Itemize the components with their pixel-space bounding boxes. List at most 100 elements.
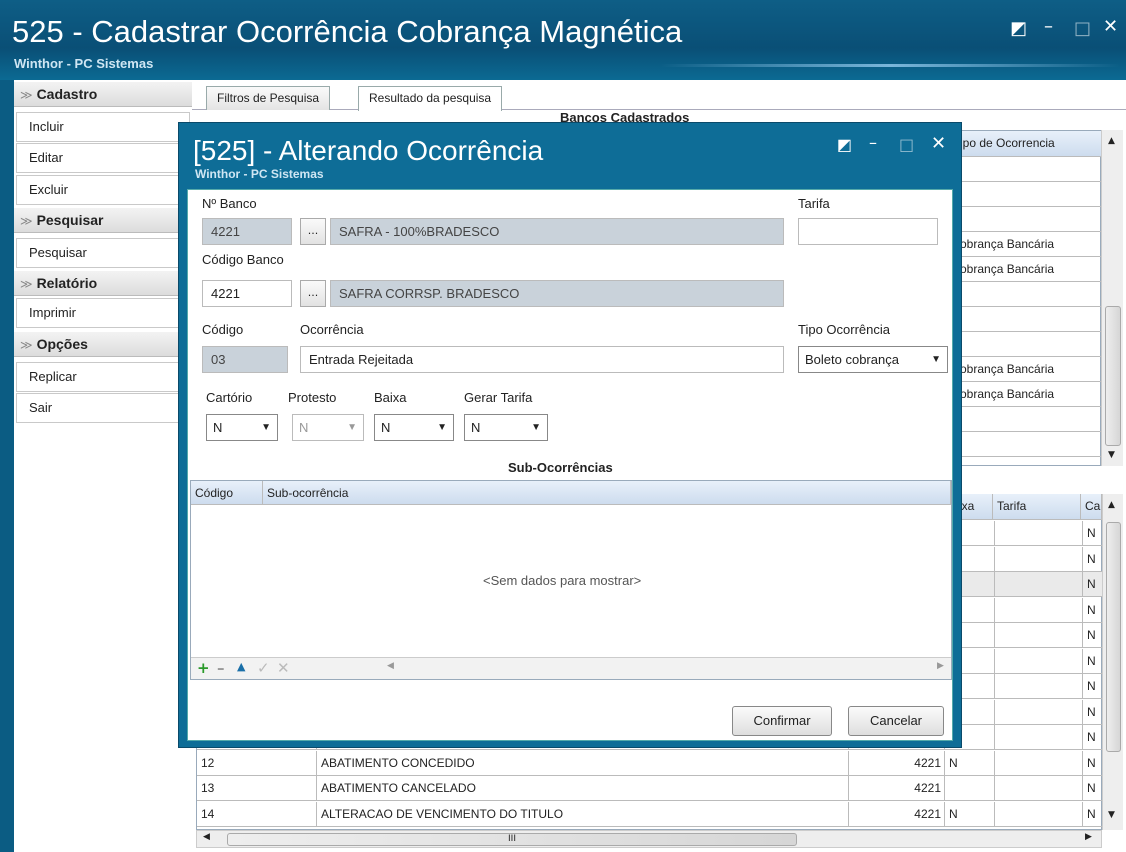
baixa-select[interactable]: N ▼ (374, 414, 454, 441)
hscroll-thumb[interactable]: III (227, 833, 797, 846)
scroll-right-icon[interactable]: ▶ (1085, 832, 1092, 842)
sidebar-item-excluir[interactable]: Excluir (16, 175, 190, 205)
sidebar-section-opcoes[interactable]: ≫ Opções (14, 332, 192, 357)
cancel-icon[interactable]: ✕ (277, 659, 290, 677)
chevron-icon: ≫ (20, 338, 33, 352)
tipo-ocorrencia-select[interactable]: Boleto cobrança ▼ (798, 346, 948, 373)
table-row[interactable]: obrança Bancária (956, 232, 1102, 257)
sidebar-item-imprimir[interactable]: Imprimir (16, 298, 190, 328)
table-row[interactable] (956, 182, 1102, 207)
table-row[interactable] (956, 207, 1102, 232)
cell-baixa: N (945, 750, 995, 776)
column-header-codigo[interactable]: Código (191, 481, 263, 505)
table-row[interactable] (956, 332, 1102, 357)
sub-ocorrencias-grid[interactable]: Código Sub-ocorrência <Sem dados para mo… (190, 480, 952, 680)
scroll-up-icon[interactable]: ▲ (1108, 500, 1115, 510)
restore-icon[interactable]: ◩ (1010, 18, 1027, 39)
table-row[interactable] (956, 432, 1102, 457)
table-row[interactable]: obrança Bancária (956, 382, 1102, 407)
scroll-down-icon[interactable]: ▼ (1108, 810, 1115, 820)
scroll-thumb[interactable] (1105, 306, 1121, 446)
gerar-tarifa-label: Gerar Tarifa (464, 390, 533, 405)
scroll-up-icon[interactable]: ▲ (1108, 136, 1115, 146)
sidebar-section-cadastro[interactable]: ≫ Cadastro (14, 82, 192, 107)
chevron-icon: ≫ (20, 214, 33, 228)
cell-tarifa (995, 776, 1083, 801)
gerar-tarifa-select[interactable]: N ▼ (464, 414, 548, 441)
column-header-tipo[interactable]: ipo de Ocorrencia (956, 131, 1102, 157)
chevron-down-icon: ▼ (347, 422, 357, 433)
bottom-hscrollbar[interactable]: ◀ III ▶ (196, 830, 1102, 848)
codbanco-field[interactable]: 4221 (202, 280, 292, 307)
column-header-tarifa[interactable]: Tarifa (993, 494, 1081, 520)
title-decoration (660, 64, 1120, 67)
protesto-select[interactable]: N ▼ (292, 414, 364, 441)
codigo-field[interactable]: 03 (202, 346, 288, 373)
sidebar-item-pesquisar[interactable]: Pesquisar (16, 238, 190, 268)
close-icon[interactable]: ✕ (1103, 16, 1118, 37)
table-row[interactable] (956, 307, 1102, 332)
tarifa-label: Tarifa (798, 196, 830, 211)
scroll-thumb[interactable] (1106, 522, 1121, 752)
scroll-left-icon[interactable]: ◀ (387, 661, 394, 671)
cell-tarifa (995, 597, 1083, 623)
dialog-maximize-icon[interactable]: □ (899, 135, 914, 154)
cell-baixa: N (945, 801, 995, 827)
bottom-grid-scrollbar[interactable]: ▲ ▼ (1102, 494, 1123, 830)
table-row[interactable] (956, 157, 1102, 182)
cartorio-select[interactable]: N ▼ (206, 414, 278, 441)
top-grid[interactable]: ipo de Ocorrencia obrança Bancária obranç… (955, 130, 1102, 466)
table-row[interactable]: obrança Bancária (956, 257, 1102, 282)
sidebar-item-incluir[interactable]: Incluir (16, 112, 190, 142)
edit-dialog: [525] - Alterando Ocorrência Winthor - P… (178, 122, 962, 748)
table-row[interactable]: obrança Bancária (956, 357, 1102, 382)
sidebar-section-pesquisar[interactable]: ≫ Pesquisar (14, 208, 192, 233)
move-up-icon[interactable]: ▲ (237, 660, 245, 673)
maximize-icon[interactable]: □ (1074, 18, 1091, 39)
dialog-restore-icon[interactable]: ◩ (837, 135, 852, 154)
column-header-ca[interactable]: Ca (1081, 494, 1102, 520)
chevron-down-icon: ▼ (437, 422, 447, 433)
sidebar-item-sair[interactable]: Sair (16, 393, 190, 423)
cell-ca: N (1083, 674, 1103, 699)
grid-navigator: + – ▲ ✓ ✕ ◀ ▶ (191, 657, 951, 679)
sub-ocorrencias-title: Sub-Ocorrências (508, 460, 613, 475)
confirm-button[interactable]: Confirmar (732, 706, 832, 736)
tab-filtros[interactable]: Filtros de Pesquisa (206, 86, 331, 110)
table-row[interactable] (956, 407, 1102, 432)
cell-codigo: 12 (197, 750, 317, 776)
add-icon[interactable]: + (197, 659, 210, 677)
nbanco-lookup-button[interactable]: ... (300, 218, 326, 245)
cell-ca: N (1083, 521, 1103, 546)
dialog-minimize-icon[interactable]: – (869, 133, 877, 152)
cell-tarifa (995, 699, 1083, 725)
sidebar-item-editar[interactable]: Editar (16, 143, 190, 173)
main-title-bar: 525 - Cadastrar Ocorrência Cobrança Magn… (0, 0, 1126, 80)
cell-desc: ABATIMENTO CANCELADO (317, 776, 849, 801)
column-header-sub-ocorrencia[interactable]: Sub-ocorrência (263, 481, 951, 505)
table-row[interactable] (956, 282, 1102, 307)
scroll-left-icon[interactable]: ◀ (203, 832, 210, 842)
scroll-down-icon[interactable]: ▼ (1108, 450, 1115, 460)
cell-ca: N (1083, 725, 1103, 750)
top-grid-scrollbar[interactable]: ▲ ▼ (1101, 130, 1123, 466)
codbanco-lookup-button[interactable]: ... (300, 280, 326, 307)
tipo-ocorrencia-label: Tipo Ocorrência (798, 322, 890, 337)
ocorrencia-field[interactable]: Entrada Rejeitada (300, 346, 784, 373)
nbanco-field[interactable]: 4221 (202, 218, 292, 245)
chevron-down-icon: ▼ (531, 422, 541, 433)
scroll-right-icon[interactable]: ▶ (937, 661, 944, 671)
minimize-icon[interactable]: – (1044, 16, 1053, 37)
sidebar-item-replicar[interactable]: Replicar (16, 362, 190, 392)
tab-resultado[interactable]: Resultado da pesquisa (358, 86, 503, 111)
check-icon[interactable]: ✓ (257, 659, 270, 677)
table-row[interactable]: 13 ABATIMENTO CANCELADO 4221 N (197, 776, 1103, 801)
tarifa-field[interactable] (798, 218, 938, 245)
sidebar-section-relatorio[interactable]: ≫ Relatório (14, 271, 192, 296)
table-row[interactable]: 12 ABATIMENTO CONCEDIDO 4221 N N (197, 750, 1103, 776)
table-row[interactable]: 14 ALTERACAO DE VENCIMENTO DO TITULO 4221 N… (197, 801, 1103, 827)
baixa-label: Baixa (374, 390, 407, 405)
remove-icon[interactable]: – (217, 659, 225, 677)
dialog-close-icon[interactable]: ✕ (931, 133, 946, 154)
cancel-button[interactable]: Cancelar (848, 706, 944, 736)
